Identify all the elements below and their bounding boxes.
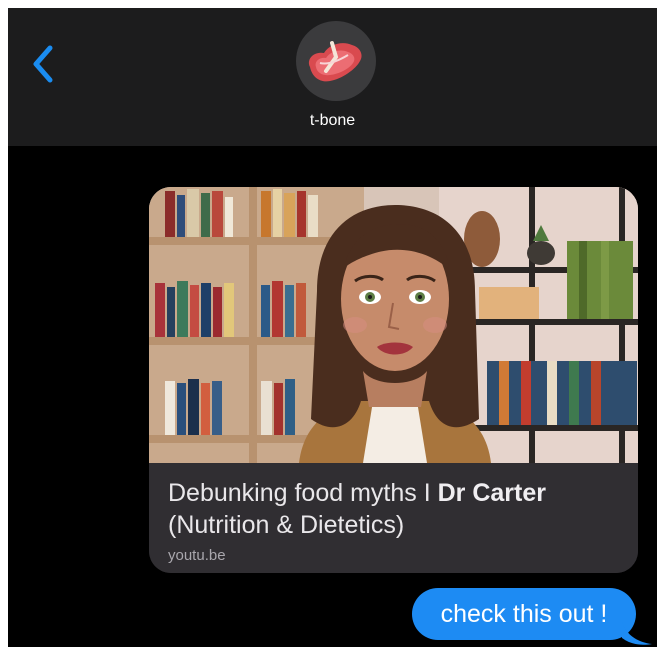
- back-button[interactable]: [26, 42, 60, 86]
- bubble-tail: [622, 622, 652, 645]
- link-title-part1: Debunking food myths I: [168, 479, 438, 507]
- contact-avatar[interactable]: [296, 21, 376, 101]
- tbone-steak-icon: [308, 41, 362, 82]
- conversation-header: t-bone: [8, 8, 657, 146]
- link-domain: youtu.be: [168, 547, 226, 564]
- link-preview-text: Debunking food myths I Dr Carter (Nutrit…: [149, 463, 638, 573]
- link-preview-bubble[interactable]: Debunking food myths I Dr Carter (Nutrit…: [149, 187, 638, 573]
- link-title-line2: (Nutrition & Dietetics): [168, 511, 405, 539]
- sent-message-bubble[interactable]: check this out !: [412, 588, 636, 640]
- messages-screen: t-bone Debunking food myths I Dr Carter …: [8, 8, 657, 647]
- link-title: Debunking food myths I Dr Carter (Nutrit…: [168, 477, 628, 541]
- contact-name[interactable]: t-bone: [8, 112, 657, 130]
- chevron-left-icon: [33, 45, 53, 83]
- video-thumbnail: [149, 187, 638, 463]
- link-title-author: Dr Carter: [437, 479, 546, 507]
